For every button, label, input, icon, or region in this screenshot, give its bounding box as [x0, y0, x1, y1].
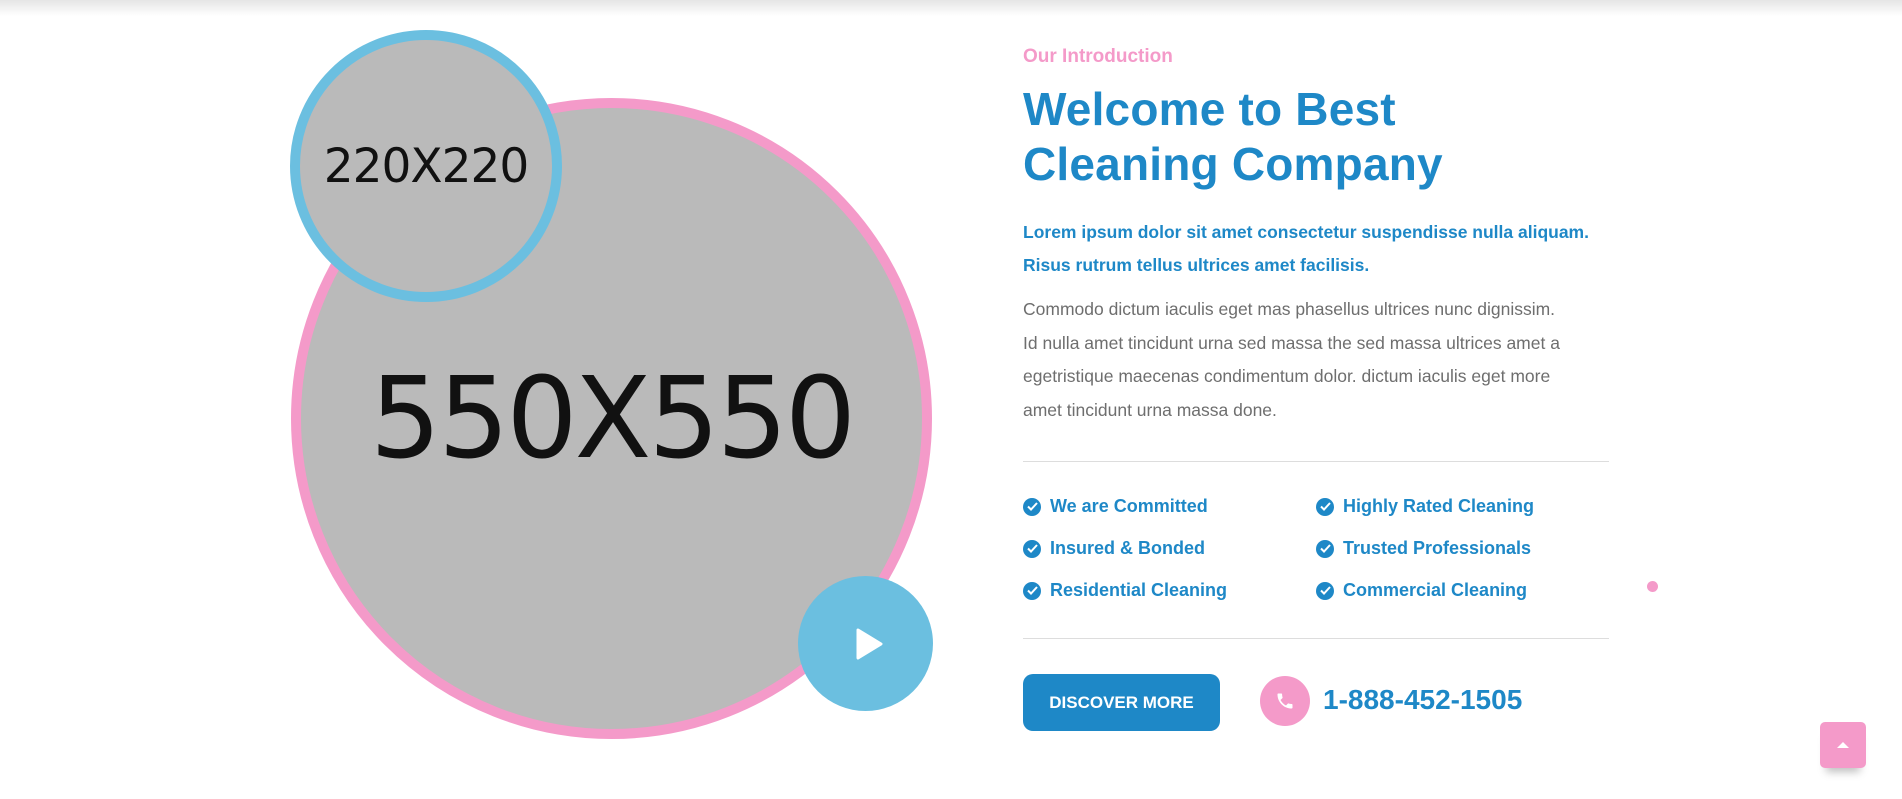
- feature-item: We are Committed: [1023, 496, 1208, 517]
- check-circle-icon: [1023, 539, 1041, 558]
- title-line-2: Cleaning Company: [1023, 138, 1443, 190]
- intro-body: Commodo dictum iaculis eget mas phasellu…: [1023, 293, 1613, 427]
- body-line-1: Commodo dictum iaculis eget mas phasellu…: [1023, 299, 1556, 319]
- check-circle-icon: [1316, 497, 1334, 516]
- feature-label: We are Committed: [1050, 496, 1208, 516]
- chevron-up-icon: [1837, 742, 1849, 748]
- check-circle-icon: [1023, 497, 1041, 516]
- body-line-3: egetristique maecenas condimentum dolor.…: [1023, 366, 1551, 386]
- scroll-to-top-button[interactable]: [1820, 722, 1866, 768]
- feature-item: Trusted Professionals: [1316, 538, 1531, 559]
- feature-item: Residential Cleaning: [1023, 580, 1227, 601]
- check-circle-icon: [1316, 539, 1334, 558]
- phone-icon: [1260, 676, 1310, 726]
- divider-bottom: [1023, 638, 1609, 639]
- discover-more-button[interactable]: DISCOVER MORE: [1023, 674, 1220, 731]
- feature-item: Highly Rated Cleaning: [1316, 496, 1534, 517]
- feature-label: Highly Rated Cleaning: [1343, 496, 1535, 516]
- section-title: Welcome to Best Cleaning Company: [1023, 82, 1443, 192]
- divider-top: [1023, 461, 1609, 462]
- lead-line-1: Lorem ipsum dolor sit amet consectetur s…: [1023, 222, 1589, 242]
- title-line-1: Welcome to Best: [1023, 83, 1396, 135]
- section-eyebrow: Our Introduction: [1023, 46, 1173, 67]
- feature-item: Insured & Bonded: [1023, 538, 1205, 559]
- decorative-dot: [1647, 581, 1658, 592]
- body-line-4: amet tincidunt urna massa done.: [1023, 399, 1277, 420]
- feature-label: Insured & Bonded: [1050, 538, 1206, 558]
- feature-item: Commercial Cleaning: [1316, 580, 1527, 601]
- main-image-label: 550X550: [369, 353, 856, 484]
- body-line-2: Id nulla amet tincidunt urna sed massa t…: [1023, 332, 1560, 353]
- play-icon: [856, 628, 882, 659]
- feature-label: Commercial Cleaning: [1343, 580, 1528, 600]
- check-circle-icon: [1023, 581, 1041, 600]
- check-circle-icon: [1316, 581, 1334, 600]
- secondary-image-label: 220X220: [323, 138, 530, 194]
- feature-label: Trusted Professionals: [1343, 538, 1532, 558]
- feature-label: Residential Cleaning: [1050, 580, 1228, 600]
- intro-lead: Lorem ipsum dolor sit amet consectetur s…: [1023, 216, 1613, 282]
- video-play-button[interactable]: [798, 576, 933, 711]
- secondary-image-placeholder: 220X220: [290, 30, 562, 302]
- phone-number-link[interactable]: 1-888-452-1505: [1323, 684, 1522, 716]
- header-shadow: [0, 0, 1902, 16]
- lead-line-2: Risus rutrum tellus ultrices amet facili…: [1023, 255, 1370, 275]
